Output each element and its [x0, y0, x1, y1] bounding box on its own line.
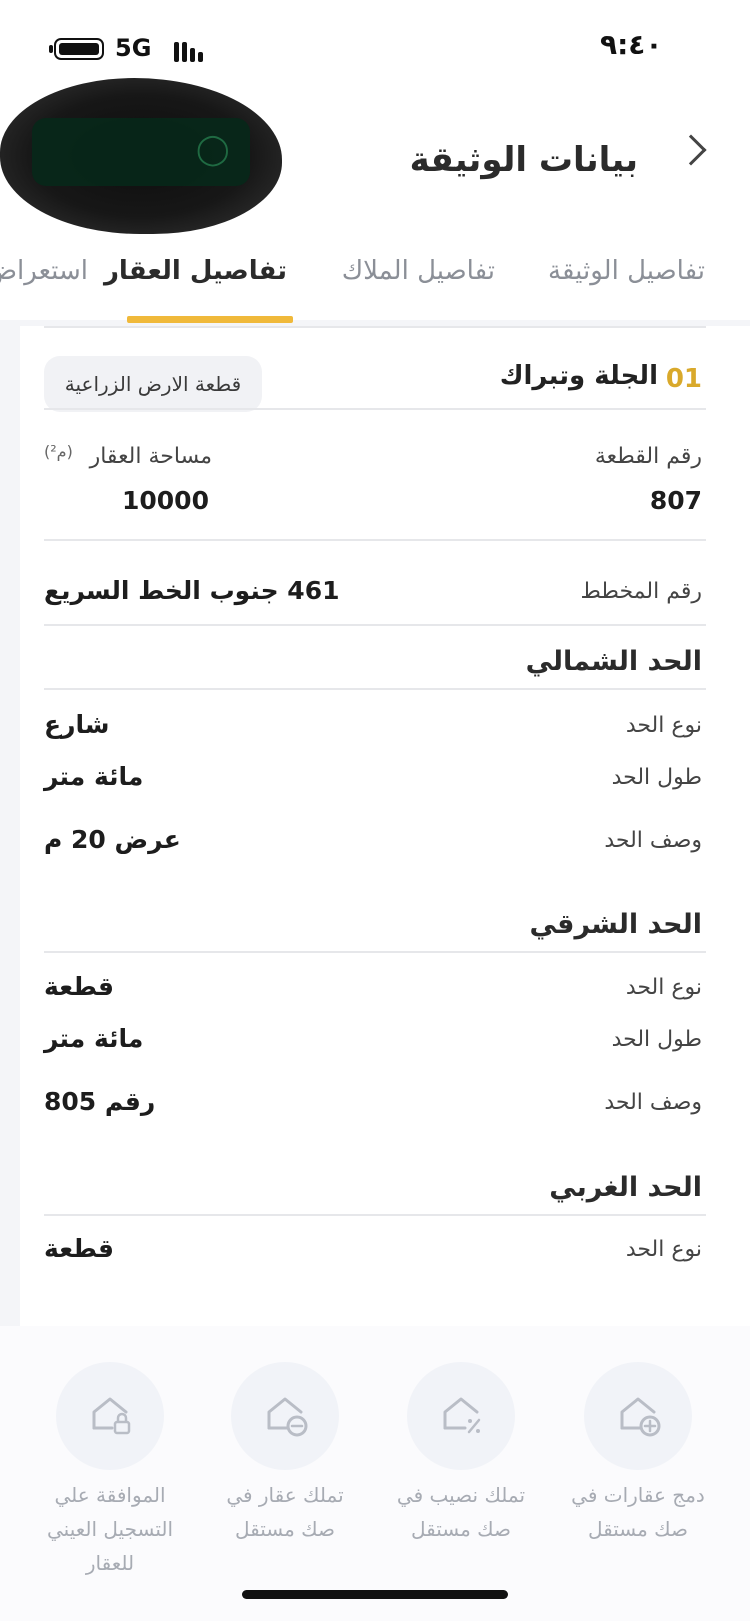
property-index: 01: [665, 364, 702, 394]
area-value: 10000: [122, 486, 209, 515]
plan-number-value: 461 جنوب الخط السريع: [44, 576, 340, 605]
page-title: بيانات الوثيقة: [409, 140, 638, 180]
tab-owners-details[interactable]: تفاصيل الملاك: [342, 256, 495, 286]
east-length-value: مائة متر: [44, 1024, 144, 1053]
merge-properties-label-1: دمج عقارات في: [571, 1483, 705, 1507]
east-desc-label: وصف الحد: [604, 1090, 702, 1115]
west-type-label: نوع الحد: [625, 1237, 702, 1262]
west-boundary-title: الحد الغربي: [549, 1172, 702, 1203]
approve-registration-label-3: للعقار: [85, 1551, 135, 1575]
east-type-value: قطعة: [44, 972, 114, 1001]
north-type-label: نوع الحد: [625, 713, 702, 738]
own-property-label-1: تملك عقار في: [226, 1483, 344, 1507]
active-tab-indicator: [127, 316, 293, 323]
east-length-label: طول الحد: [611, 1027, 702, 1052]
clock: ٩:٤٠: [600, 28, 663, 61]
own-share-label-2: صك مستقل: [410, 1517, 512, 1541]
merge-properties-label-2: صك مستقل: [587, 1517, 689, 1541]
home-percent-icon: [443, 1397, 481, 1434]
home-lock-icon: [92, 1397, 131, 1435]
north-desc-label: وصف الحد: [604, 828, 702, 853]
battery-icon: [49, 38, 104, 60]
north-desc-value: عرض 20 م: [44, 825, 181, 854]
home-indicator[interactable]: [242, 1590, 508, 1599]
north-length-label: طول الحد: [611, 765, 702, 790]
plot-number-label: رقم القطعة: [594, 444, 702, 469]
north-boundary-title: الحد الشمالي: [525, 646, 702, 677]
user-icon: ◯: [196, 132, 230, 167]
approve-registration-label-1: الموافقة علي: [54, 1483, 166, 1507]
property-name: الجلة وتبراك: [499, 361, 658, 391]
approve-registration-label-2: التسجيل العيني: [46, 1517, 173, 1541]
plan-number-label: رقم المخطط: [580, 579, 702, 604]
home-plus-icon: [620, 1397, 661, 1437]
signal-icon: [174, 38, 204, 62]
east-type-label: نوع الحد: [625, 975, 702, 1000]
tab-review[interactable]: استعراض: [0, 256, 88, 286]
north-type-value: شارع: [44, 710, 110, 739]
property-details-card: 01 الجلة وتبراك قطعة الارض الزراعية رقم …: [20, 326, 750, 1326]
east-desc-value: رقم 805: [44, 1087, 156, 1116]
area-unit: (م²): [44, 442, 73, 461]
own-share-label-1: تملك نصيب في: [396, 1483, 526, 1507]
plot-number-value: 807: [649, 486, 702, 515]
home-minus-icon: [267, 1397, 308, 1437]
tab-document-details[interactable]: تفاصيل الوثيقة: [548, 256, 705, 286]
property-type-chip: قطعة الارض الزراعية: [44, 356, 262, 412]
network-type: 5G: [115, 34, 152, 62]
own-property-label-2: صك مستقل: [234, 1517, 336, 1541]
area-label: مساحة العقار: [89, 444, 212, 469]
actions-bar: دمج عقارات في صك مستقل تملك نصيب في صك م…: [0, 1326, 750, 1621]
tab-property-details[interactable]: تفاصيل العقار: [104, 256, 287, 286]
west-type-value: قطعة: [44, 1234, 114, 1263]
east-boundary-title: الحد الشرقي: [529, 909, 702, 940]
north-length-value: مائة متر: [44, 762, 144, 791]
